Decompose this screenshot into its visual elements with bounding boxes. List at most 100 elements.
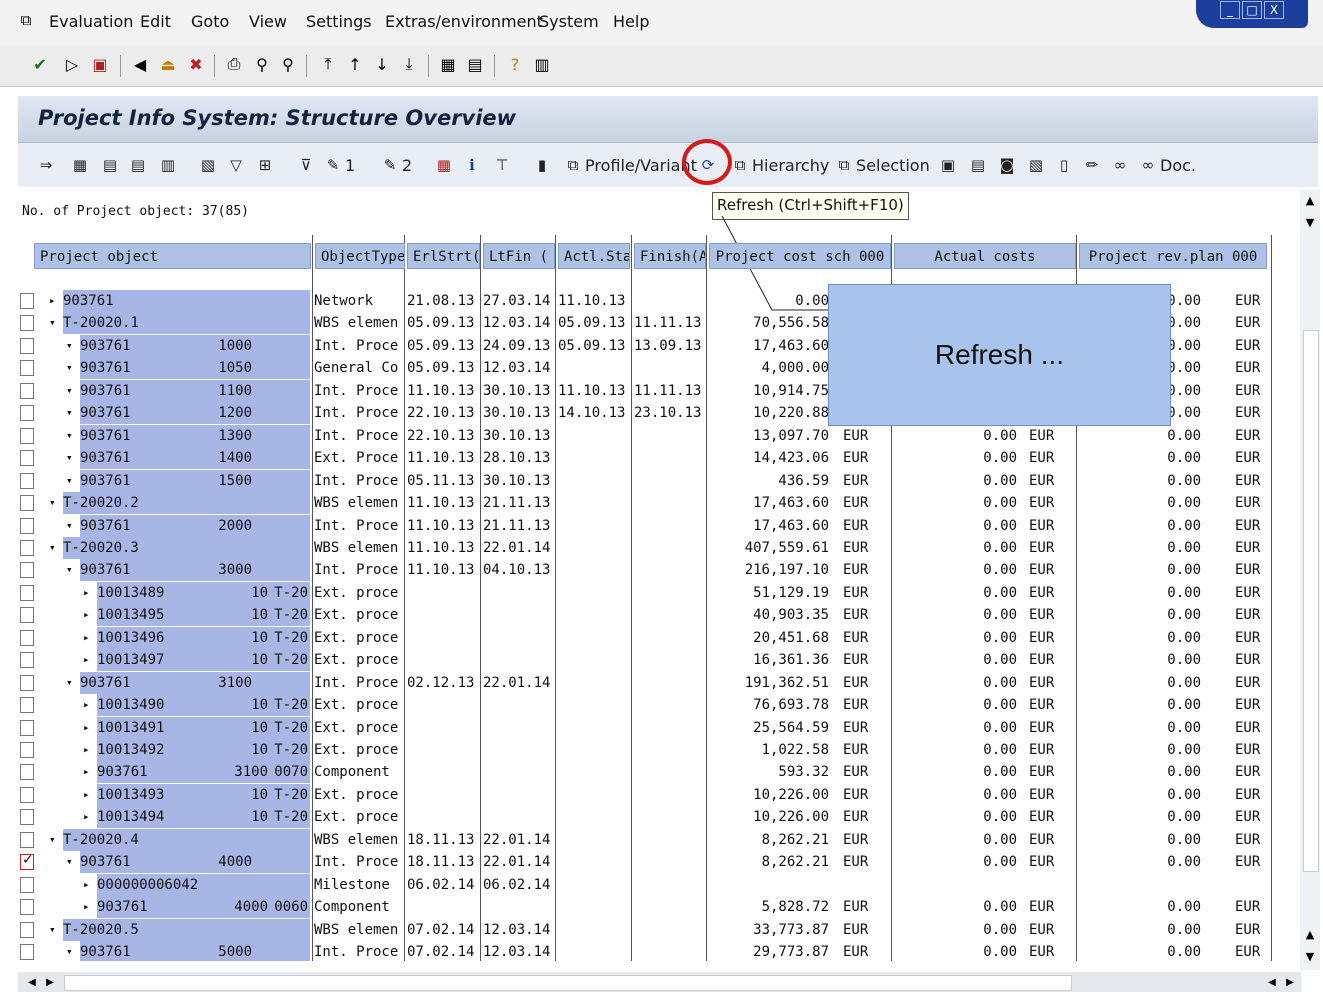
last-page-icon[interactable]: ⤓ <box>399 54 419 74</box>
project-object-cell[interactable]: 10013493 10 T-20 <box>97 783 310 806</box>
row-select-checkbox[interactable] <box>20 876 34 893</box>
menu-help[interactable]: Help <box>613 12 649 31</box>
menu-system[interactable]: System <box>539 12 599 31</box>
tree-toggle-icon[interactable]: ▸ <box>83 586 90 599</box>
scroll-left-icon[interactable]: ◀ <box>1262 972 1282 992</box>
project-object-cell[interactable]: 903761 5000 <box>80 941 310 961</box>
tree-toggle-icon[interactable]: ▾ <box>66 855 73 868</box>
find-next-icon[interactable]: ⚲ <box>278 54 298 74</box>
row-select-checkbox[interactable] <box>20 315 34 332</box>
scroll-left-icon[interactable]: ◀ <box>22 972 42 992</box>
scroll-up-icon[interactable]: ▲ <box>1300 924 1320 944</box>
row-select-checkbox[interactable] <box>20 539 34 556</box>
column-header[interactable]: Project rev.plan 000 <box>1079 243 1267 269</box>
tree-toggle-icon[interactable]: ▾ <box>49 496 56 509</box>
row-select-checkbox[interactable] <box>20 562 34 579</box>
menu-settings[interactable]: Settings <box>306 12 372 31</box>
row-select-checkbox[interactable] <box>20 629 34 646</box>
export-icon[interactable]: ▣ <box>938 154 960 176</box>
table-row[interactable]: ▸ 10013489 10 T-20 Ext. proce 51,129.19 EUR 0.0… <box>33 581 1285 604</box>
vertical-scrollbar[interactable]: ▲ ▼ ▲ ▼ <box>1300 190 1320 970</box>
row-select-checkbox[interactable] <box>20 899 34 916</box>
print-icon[interactable]: ⎙ <box>224 54 244 74</box>
collapse-icon[interactable]: ▤ <box>100 154 122 176</box>
table-row[interactable]: ▸ 10013496 10 T-20 Ext. proce 20,451.68 EUR 0.0… <box>33 626 1285 649</box>
edit-1-button[interactable]: ✎ 1 <box>323 154 355 176</box>
row-select-checkbox[interactable] <box>20 382 34 399</box>
filter-down-icon[interactable]: ▽ <box>226 154 248 176</box>
tree-toggle-icon[interactable]: ▾ <box>49 316 56 329</box>
next-page-icon[interactable]: ↓ <box>372 54 392 74</box>
pencil-icon[interactable]: ✏ <box>1082 154 1104 176</box>
tree-toggle-icon[interactable]: ▾ <box>66 406 73 419</box>
first-page-icon[interactable]: ⤒ <box>318 54 338 74</box>
project-object-cell[interactable]: 903761 1400 <box>80 447 310 470</box>
tree-toggle-icon[interactable]: ▸ <box>83 653 90 666</box>
create-shortcut-icon[interactable]: ▤ <box>465 54 485 74</box>
row-select-checkbox[interactable] <box>20 809 34 826</box>
project-object-cell[interactable]: 10013489 10 T-20 <box>97 581 310 604</box>
tree-toggle-icon[interactable]: ▸ <box>83 810 90 823</box>
scroll-right-icon[interactable]: ▶ <box>40 972 60 992</box>
row-select-checkbox[interactable] <box>20 450 34 467</box>
tree-toggle-icon[interactable]: ▾ <box>66 563 73 576</box>
menu-edit[interactable]: Edit <box>140 12 171 31</box>
previous-page-icon[interactable]: ↑ <box>345 54 365 74</box>
project-object-cell[interactable]: 10013497 10 T-20 <box>97 649 310 672</box>
tree-toggle-icon[interactable]: ▾ <box>66 519 73 532</box>
row-select-checkbox[interactable]: ✓ <box>20 852 34 871</box>
tree-toggle-icon[interactable]: ▾ <box>66 451 73 464</box>
minimize-button[interactable]: _ <box>1220 1 1240 19</box>
project-object-cell[interactable]: 10013490 10 T-20 <box>97 694 310 717</box>
row-select-checkbox[interactable] <box>20 719 34 736</box>
scroll-down-icon[interactable]: ▼ <box>1300 946 1320 966</box>
selection-button[interactable]: ⧉ Selection <box>834 154 930 176</box>
table-row[interactable]: ▾ 903761 5000 Int. Proce 07.02.14 12.03.14 29,… <box>33 941 1285 961</box>
table-row[interactable]: ▾ T-20020.2 WBS elemen 11.10.13 21.11.13 17,4… <box>33 492 1285 515</box>
tree-toggle-icon[interactable]: ▾ <box>66 339 73 352</box>
graphic-icon[interactable]: ◙ <box>997 154 1019 176</box>
close-window-button[interactable]: X <box>1264 1 1284 19</box>
row-select-checkbox[interactable] <box>20 427 34 444</box>
table-row[interactable]: ▸ 10013491 10 T-20 Ext. proce 25,564.59 EUR 0.0… <box>33 716 1285 739</box>
project-object-cell[interactable]: 903761 4000 0060 <box>97 896 310 919</box>
table-row[interactable]: ▸ 10013490 10 T-20 Ext. proce 76,693.78 EUR 0.0… <box>33 694 1285 717</box>
row-select-checkbox[interactable] <box>20 742 34 758</box>
find-icon[interactable]: ⚲ <box>252 54 272 74</box>
column-header[interactable]: LtFin ( <box>483 243 555 269</box>
column-settings-icon[interactable]: ⊤ <box>492 154 514 176</box>
menu-evaluation[interactable]: Evaluation <box>49 12 133 31</box>
project-object-cell[interactable]: 903761 1300 <box>80 424 310 447</box>
expand-icon[interactable]: ⇒ <box>36 154 58 176</box>
horizontal-scrollbar[interactable]: ◀ ▶ ◀ ▶ <box>18 972 1301 992</box>
project-object-cell[interactable]: 903761 3100 0070 <box>97 761 310 784</box>
tree-toggle-icon[interactable]: ▾ <box>66 429 73 442</box>
print-preview-icon[interactable]: ▤ <box>968 154 990 176</box>
info-icon[interactable]: ℹ <box>462 154 484 176</box>
table-row[interactable]: ▾ 903761 1500 Int. Proce 05.11.13 30.10.13 436… <box>33 469 1285 492</box>
chart-icon[interactable]: ▮ <box>532 154 554 176</box>
row-select-checkbox[interactable] <box>20 517 34 534</box>
tree-toggle-icon[interactable]: ▾ <box>66 676 73 689</box>
enter-check-icon[interactable]: ✔ <box>30 54 50 74</box>
row-select-checkbox[interactable] <box>20 697 34 714</box>
project-object-cell[interactable]: 903761 1200 <box>80 402 310 425</box>
document-edit-icon[interactable]: ▧ <box>1026 154 1048 176</box>
tree-toggle-icon[interactable]: ▾ <box>66 361 73 374</box>
project-object-cell[interactable]: 903761 1000 <box>80 334 310 357</box>
row-select-checkbox[interactable] <box>20 607 34 624</box>
tree-toggle-icon[interactable]: ▸ <box>83 900 90 913</box>
row-select-checkbox[interactable] <box>20 831 34 848</box>
project-object-cell[interactable]: 903761 3000 <box>80 559 310 582</box>
table-row[interactable]: ▸ 10013492 10 T-20 Ext. proce 1,022.58 EUR 0.00… <box>33 739 1285 761</box>
row-select-checkbox[interactable] <box>20 944 34 961</box>
profile-variant-button[interactable]: ⧉ Profile/Variant <box>563 154 697 176</box>
row-select-checkbox[interactable] <box>20 293 34 309</box>
table-row[interactable]: ▾ 903761 1300 Int. Proce 22.10.13 30.10.13 13,… <box>33 424 1285 447</box>
project-object-cell[interactable]: 903761 1050 <box>80 357 310 380</box>
hierarchy-button[interactable]: ⧉ Hierarchy <box>730 154 830 176</box>
scroll-down-icon[interactable]: ▼ <box>1300 212 1320 232</box>
expand-all-icon[interactable]: ▦ <box>70 154 92 176</box>
tree-toggle-icon[interactable]: ▸ <box>83 721 90 734</box>
table-row[interactable]: ▸ 903761 3100 0070 Component 593.32 EUR 0.00 EUR… <box>33 761 1285 784</box>
